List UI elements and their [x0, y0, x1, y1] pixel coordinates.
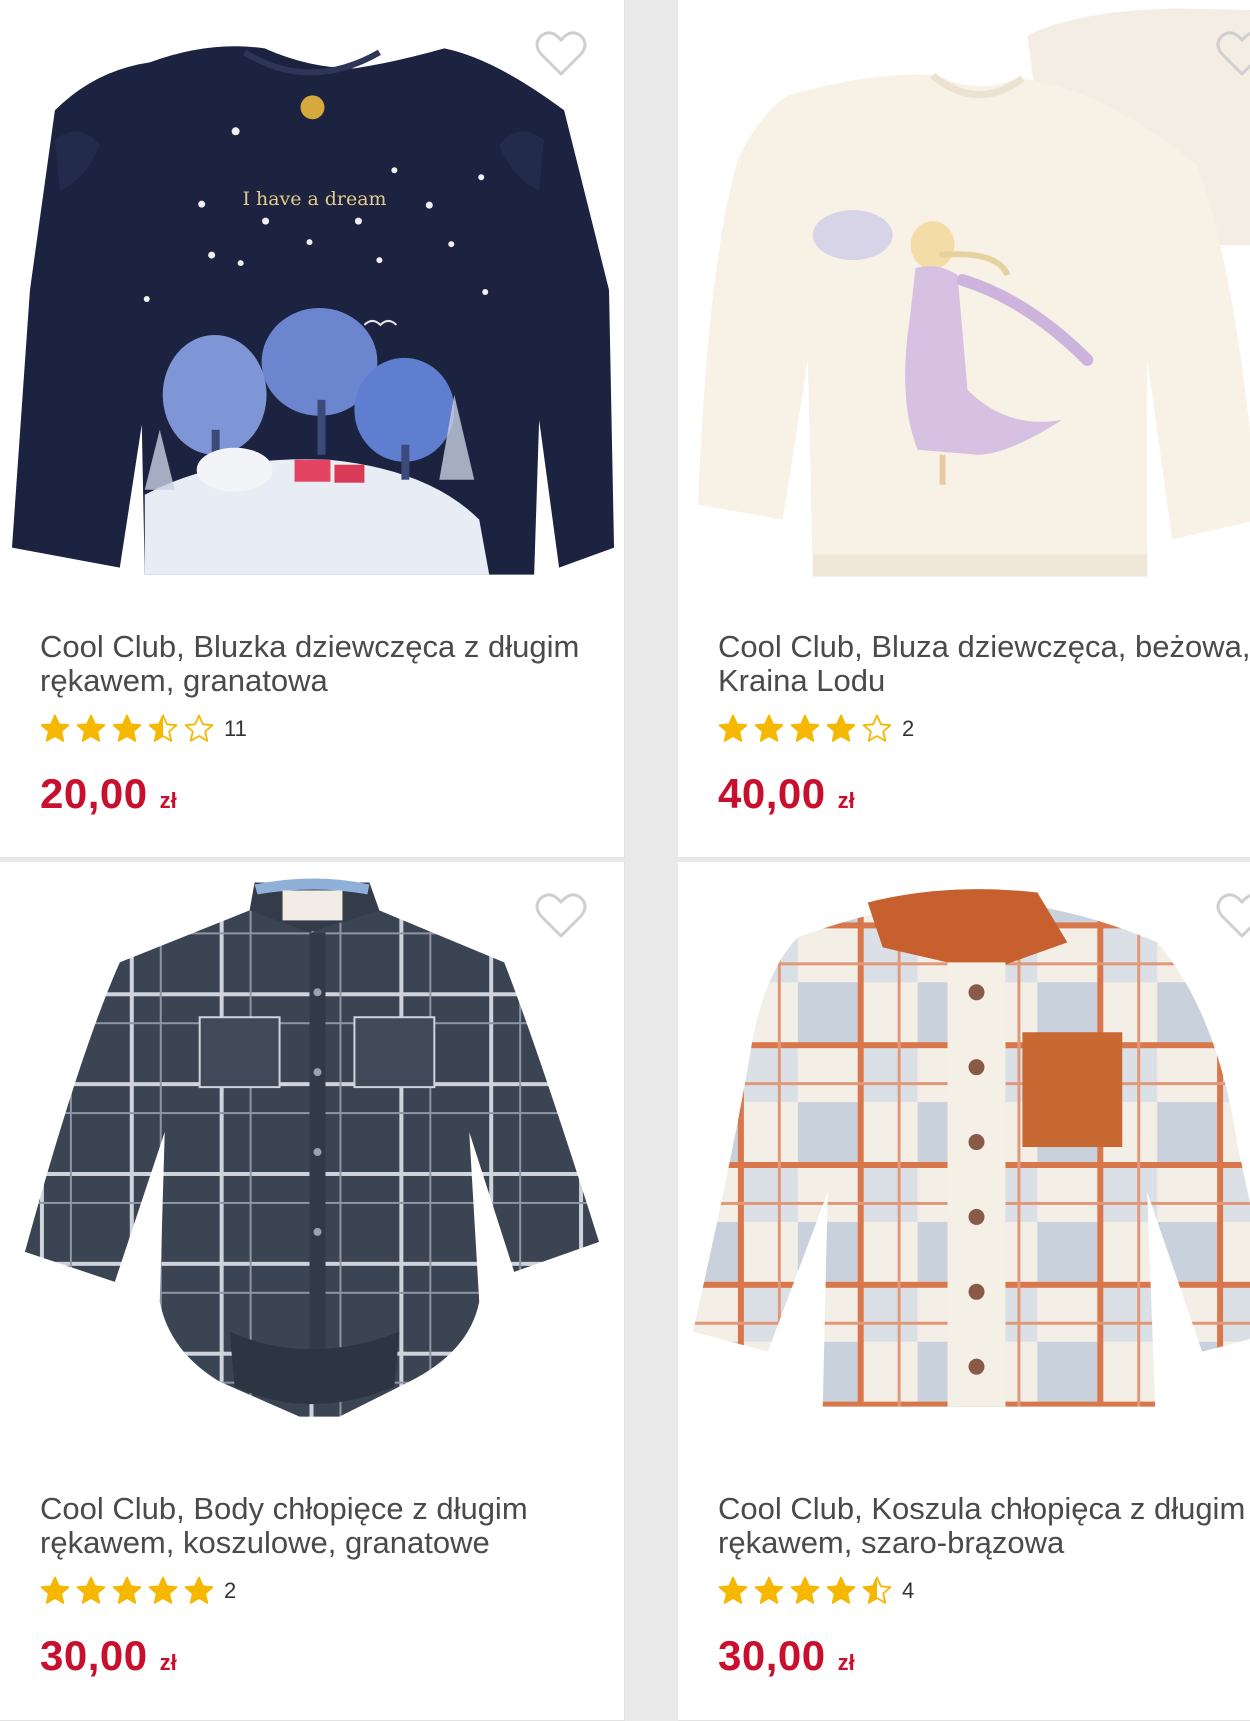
- favorite-heart-icon[interactable]: [535, 30, 587, 78]
- product-image[interactable]: I have a dream: [0, 0, 624, 610]
- price-amount: 30,00: [718, 1632, 826, 1679]
- product-card[interactable]: Cool Club, Koszula chłopięca z długim rę…: [678, 862, 1250, 1721]
- navy-blouse-illustration: I have a dream: [0, 0, 624, 610]
- product-rating: 2: [718, 712, 914, 746]
- star-full-icon: [40, 714, 70, 744]
- star-full-icon: [826, 1576, 856, 1606]
- review-count: 2: [224, 1578, 237, 1603]
- star-full-icon: [148, 1576, 178, 1606]
- star-full-icon: [826, 714, 856, 744]
- product-price: 30,00 zł: [40, 1632, 177, 1680]
- product-price: 40,00 zł: [718, 770, 855, 818]
- star-full-icon: [790, 714, 820, 744]
- rating-stars: [40, 714, 220, 744]
- product-title[interactable]: Cool Club, Bluza dziewczęca, beżowa, Kra…: [718, 630, 1250, 698]
- svg-text:I have a dream: I have a dream: [243, 188, 387, 210]
- product-grid: I have a dream Cool Club, Bluzka dziewcz…: [0, 0, 1250, 1721]
- beige-sweatshirt-illustration: [678, 0, 1250, 610]
- star-full-icon: [718, 714, 748, 744]
- product-rating: 2: [40, 1574, 236, 1608]
- product-title[interactable]: Cool Club, Koszula chłopięca z długim rę…: [718, 1492, 1250, 1560]
- star-full-icon: [40, 1576, 70, 1606]
- rating-stars: [40, 1576, 220, 1606]
- price-currency: zł: [159, 1650, 177, 1675]
- star-full-icon: [112, 714, 142, 744]
- product-title[interactable]: Cool Club, Bluzka dziewczęca z długim rę…: [40, 630, 600, 698]
- star-full-icon: [754, 1576, 784, 1606]
- product-card[interactable]: I have a dream Cool Club, Bluzka dziewcz…: [0, 0, 625, 858]
- review-count: 4: [902, 1578, 915, 1603]
- star-empty-icon: [184, 714, 214, 744]
- star-full-icon: [718, 1576, 748, 1606]
- favorite-heart-icon[interactable]: [1216, 892, 1250, 940]
- price-amount: 30,00: [40, 1632, 148, 1679]
- plaid-shirt-illustration: [678, 862, 1250, 1472]
- product-price: 20,00 zł: [40, 770, 177, 818]
- star-full-icon: [112, 1576, 142, 1606]
- star-full-icon: [184, 1576, 214, 1606]
- favorite-heart-icon[interactable]: [1216, 30, 1250, 78]
- product-card[interactable]: Cool Club, Body chłopięce z długim rękaw…: [0, 862, 625, 1721]
- product-price: 30,00 zł: [718, 1632, 855, 1680]
- star-full-icon: [76, 1576, 106, 1606]
- rating-stars: [718, 714, 898, 744]
- plaid-bodysuit-illustration: [0, 862, 624, 1472]
- product-image[interactable]: [678, 0, 1250, 610]
- review-count: 2: [902, 716, 915, 741]
- price-amount: 40,00: [718, 770, 826, 817]
- price-currency: zł: [837, 788, 855, 813]
- product-rating: 11: [40, 712, 247, 746]
- product-title[interactable]: Cool Club, Body chłopięce z długim rękaw…: [40, 1492, 600, 1560]
- star-full-icon: [790, 1576, 820, 1606]
- star-half-icon: [862, 1576, 892, 1606]
- favorite-heart-icon[interactable]: [535, 892, 587, 940]
- star-full-icon: [76, 714, 106, 744]
- product-rating: 4: [718, 1574, 914, 1608]
- star-empty-icon: [862, 714, 892, 744]
- product-image[interactable]: [678, 862, 1250, 1472]
- product-image[interactable]: [0, 862, 624, 1472]
- price-currency: zł: [159, 788, 177, 813]
- star-half-icon: [148, 714, 178, 744]
- review-count: 11: [224, 716, 247, 741]
- price-amount: 20,00: [40, 770, 148, 817]
- price-currency: zł: [837, 1650, 855, 1675]
- product-card[interactable]: Cool Club, Bluza dziewczęca, beżowa, Kra…: [678, 0, 1250, 858]
- star-full-icon: [754, 714, 784, 744]
- rating-stars: [718, 1576, 898, 1606]
